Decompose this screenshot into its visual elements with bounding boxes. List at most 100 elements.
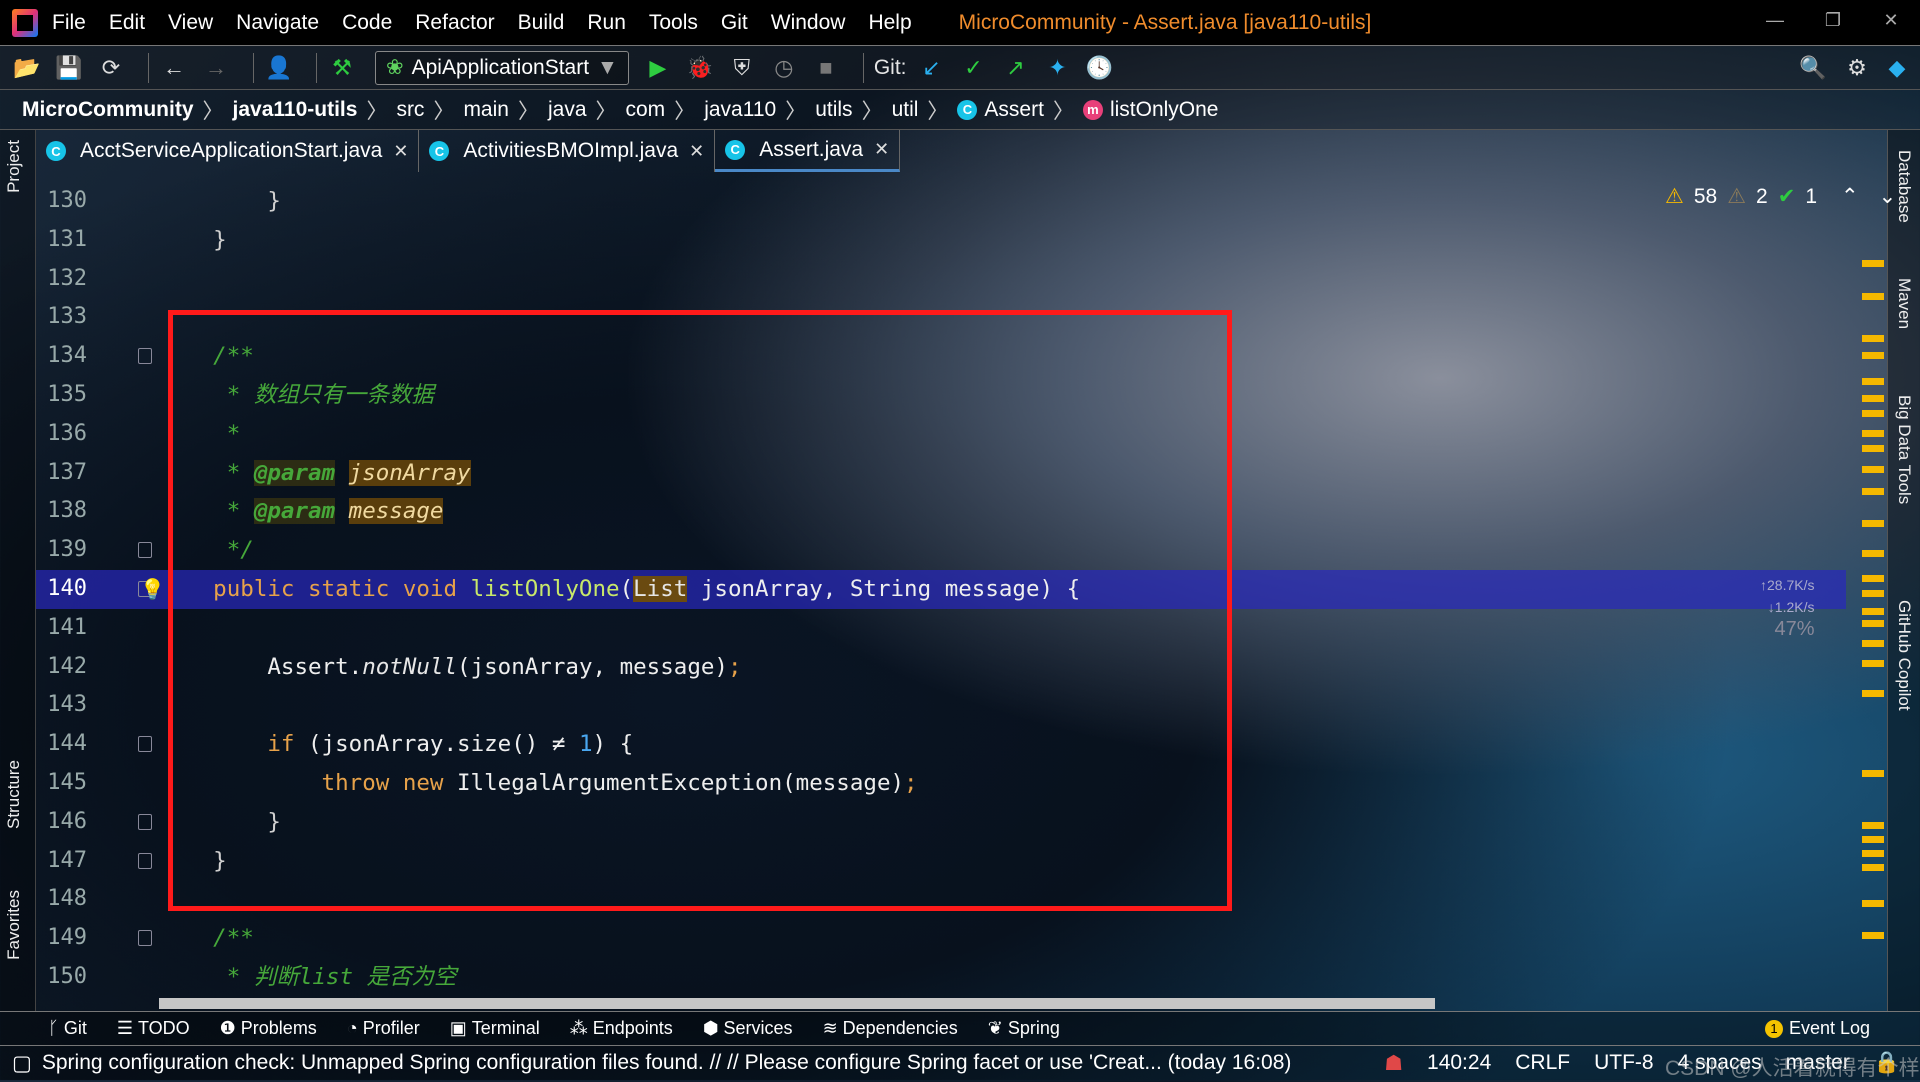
crumb-utils[interactable]: utils 〉 [815,95,891,125]
debug-icon[interactable]: 🐞 [685,53,715,83]
stop-icon[interactable]: ■ [811,53,841,83]
github-copilot-button[interactable]: GitHub Copilot [1894,600,1914,711]
code-line[interactable]: 132 [36,260,1846,299]
crumb-method[interactable]: m listOnlyOne [1082,98,1218,122]
git-update-icon[interactable]: ↙ [917,53,947,83]
big-data-tools-button[interactable]: Big Data Tools [1894,395,1914,504]
warning-stripe-mark[interactable] [1862,836,1884,843]
coverage-icon[interactable]: ⛨ [727,53,757,83]
build-hammer-icon[interactable]: ⚒ [327,53,357,83]
warning-stripe-mark[interactable] [1862,352,1884,359]
crumb-module[interactable]: java110-utils 〉 [233,95,397,125]
sync-icon[interactable]: ⟳ [96,53,126,83]
warning-stripe-mark[interactable] [1862,445,1884,452]
previous-highlight-icon[interactable]: ⌃ [1841,184,1859,209]
code-line[interactable]: 149 /** [36,919,1846,958]
warning-stripe-mark[interactable] [1862,932,1884,939]
crumb-project[interactable]: MicroCommunity 〉 [22,95,233,125]
favorites-tool-button[interactable]: Favorites [4,890,24,960]
git-history-icon[interactable]: 🕓 [1085,53,1115,83]
menu-tools[interactable]: Tools [649,11,698,34]
next-highlight-icon[interactable]: ⌄ [1879,184,1897,209]
warning-stripe-mark[interactable] [1862,690,1884,697]
maven-tool-button[interactable]: Maven [1894,278,1914,329]
event-log-button[interactable]: 1 Event Log [1764,1018,1870,1039]
warning-stripe-mark[interactable] [1862,620,1884,627]
fold-marker-icon[interactable] [138,542,152,559]
fold-marker-icon[interactable] [138,348,152,365]
tab-activities-bmo[interactable]: C ActivitiesBMOImpl.java ✕ [419,130,716,172]
profile-icon[interactable]: ◷ [769,53,799,83]
crumb-src[interactable]: src 〉 [396,95,463,125]
line-number[interactable]: 133 [43,298,87,337]
warning-stripe-mark[interactable] [1862,520,1884,527]
warning-stripe-mark[interactable] [1862,335,1884,342]
menu-code[interactable]: Code [342,11,392,34]
run-icon[interactable]: ▶ [643,53,673,83]
crumb-com[interactable]: com 〉 [626,95,705,125]
structure-tool-button[interactable]: Structure [4,760,24,829]
warning-stripe-mark[interactable] [1862,466,1884,473]
line-number[interactable]: 144 [43,725,87,764]
line-number[interactable]: 148 [43,880,87,919]
warning-stripe-mark[interactable] [1862,770,1884,777]
line-number[interactable]: 142 [43,648,87,687]
line-number[interactable]: 132 [43,260,87,299]
crumb-main[interactable]: main 〉 [463,95,548,125]
menu-build[interactable]: Build [518,11,565,34]
warning-stripe-mark[interactable] [1862,550,1884,557]
fold-marker-icon[interactable] [138,813,152,830]
crumb-util[interactable]: util 〉 [892,95,958,125]
caret-position[interactable]: 140:24 [1427,1051,1491,1075]
warning-stripe-mark[interactable] [1862,488,1884,495]
menu-view[interactable]: View [168,11,213,34]
close-tab-icon[interactable]: ✕ [689,141,704,162]
tab-acct-service[interactable]: C AcctServiceApplicationStart.java ✕ [36,130,420,172]
back-icon[interactable]: ← [159,53,189,83]
crumb-java110[interactable]: java110 〉 [704,95,815,125]
endpoints-tool-button[interactable]: ⁂ Endpoints [570,1018,673,1039]
line-number[interactable]: 149 [43,919,87,958]
line-number[interactable]: 137 [43,454,87,493]
todo-tool-button[interactable]: ☰ TODO [117,1018,190,1039]
copilot-status-icon[interactable]: ☗ [1384,1051,1403,1076]
database-tool-button[interactable]: Database [1894,150,1914,223]
save-icon[interactable]: 💾 [54,53,84,83]
services-tool-button[interactable]: ⬢ Services [703,1018,793,1039]
user-icon[interactable]: 👤 [264,53,294,83]
menu-refactor[interactable]: Refactor [415,11,494,34]
project-tool-button[interactable]: Project [4,140,24,193]
warning-stripe-mark[interactable] [1862,900,1884,907]
status-window-icon[interactable]: ▢ [12,1051,32,1076]
git-push-icon[interactable]: ↗ [1001,53,1031,83]
run-configuration-select[interactable]: ❀ ApiApplicationStart ▼ [375,50,629,85]
problems-tool-button[interactable]: ❶ Problems [220,1018,317,1039]
horizontal-scrollbar[interactable] [159,998,1435,1009]
git-fetch-icon[interactable]: ✦ [1043,53,1073,83]
fold-marker-icon[interactable] [138,930,152,947]
line-number[interactable]: 150 [43,958,87,997]
restore-button[interactable]: ❐ [1804,0,1862,40]
search-icon[interactable]: 🔍 [1798,53,1828,83]
tab-assert[interactable]: C Assert.java ✕ [715,130,901,172]
line-number[interactable]: 136 [43,415,87,454]
terminal-tool-button[interactable]: ▣ Terminal [450,1018,540,1039]
menu-help[interactable]: Help [868,11,911,34]
menu-file[interactable]: File [52,11,86,34]
line-number[interactable]: 147 [43,842,87,881]
warning-stripe-mark[interactable] [1862,590,1884,597]
gear-icon[interactable]: ⚙ [1842,53,1872,83]
forward-icon[interactable]: → [201,53,231,83]
line-number[interactable]: 139 [43,531,87,570]
line-number[interactable]: 138 [43,492,87,531]
warning-stripe-mark[interactable] [1862,395,1884,402]
warning-stripe-mark[interactable] [1862,608,1884,615]
line-number[interactable]: 141 [43,609,87,648]
line-number[interactable]: 135 [43,376,87,415]
line-number[interactable]: 146 [43,803,87,842]
fold-marker-icon[interactable] [138,852,152,869]
line-separator[interactable]: CRLF [1515,1051,1570,1075]
status-message[interactable]: Spring configuration check: Unmapped Spr… [42,1051,1292,1075]
line-number[interactable]: 131 [43,221,87,260]
git-tool-button[interactable]: ᚴ Git [48,1018,87,1039]
